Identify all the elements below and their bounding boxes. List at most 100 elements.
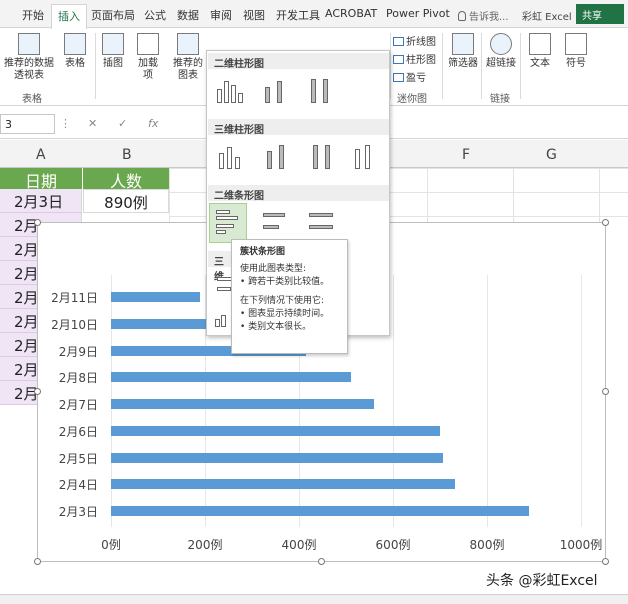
insert-function-icon[interactable]: fx (148, 117, 158, 130)
stacked-column-icon[interactable] (257, 73, 293, 109)
ribbon-separator (95, 33, 96, 99)
y-category-label: 2月11日 (51, 291, 98, 305)
group-label-sparklines: 迷你图 (397, 94, 427, 105)
table-icon (64, 33, 86, 55)
3d-stacked-column-icon[interactable] (257, 139, 293, 175)
cell-count[interactable]: 890例 (83, 189, 169, 213)
resize-handle[interactable] (602, 558, 609, 565)
column-header-f[interactable]: F (462, 147, 470, 163)
section-2d-column: 二维柱形图 (208, 53, 389, 70)
ribbon-tab-bar: 开始 插入 页面布局 公式 数据 审阅 视图 开发工具 ACROBAT Powe… (0, 0, 628, 29)
bar[interactable] (111, 452, 444, 463)
user-name[interactable]: 彩虹 Excel (522, 8, 572, 23)
section-3d-bar: 三维 (208, 251, 232, 283)
column-header-a[interactable]: A (36, 147, 46, 163)
table-button[interactable]: 表格 (60, 33, 90, 70)
column-header-b[interactable]: B (122, 147, 132, 163)
stacked-100-column-icon[interactable] (303, 73, 339, 109)
ribbon-separator (442, 33, 443, 99)
clustered-bar-icon[interactable] (209, 203, 247, 243)
header-cell-date[interactable]: 日期 (0, 168, 82, 191)
header-cell-count[interactable]: 人数 (83, 168, 169, 191)
omega-icon (565, 33, 587, 55)
sparkline-line-button[interactable]: 折线图 (393, 33, 436, 48)
tooltip-line: • 跨若干类别比较值。 (240, 277, 330, 287)
illustrations-button[interactable]: 插图 (99, 33, 127, 70)
tab-power-pivot[interactable]: Power Pivot (386, 7, 450, 20)
line-sparkline-icon (393, 37, 404, 46)
sparkline-winloss-button[interactable]: 盈亏 (393, 69, 426, 84)
resize-handle[interactable] (602, 219, 609, 226)
bar[interactable] (111, 506, 530, 516)
y-category-label: 2月10日 (51, 317, 98, 332)
ribbon-separator (481, 33, 482, 99)
y-category-label: 2月3日 (58, 505, 98, 519)
section-3d-column: 三维柱形图 (208, 119, 389, 136)
recommended-charts-button[interactable]: 推荐的图表 (172, 33, 204, 82)
bar[interactable] (111, 399, 374, 409)
tab-formulas[interactable]: 公式 (144, 7, 166, 23)
tell-me-search[interactable]: 告诉我... (458, 8, 509, 23)
stacked-bar-icon[interactable] (257, 205, 293, 241)
3d-stacked-100-column-icon[interactable] (303, 139, 339, 175)
tab-review[interactable]: 审阅 (210, 7, 232, 23)
x-tick-label: 1000例 (559, 538, 603, 552)
symbol-button[interactable]: 符号 (562, 33, 590, 70)
resize-handle[interactable] (602, 388, 609, 395)
column-header-g[interactable]: G (546, 147, 557, 163)
group-label-tables: 表格 (22, 94, 42, 105)
tooltip-line: 使用此图表类型: (240, 264, 307, 274)
share-button[interactable]: 共享 (576, 4, 624, 24)
text-button[interactable]: 文本 (526, 33, 554, 70)
bar[interactable] (111, 479, 455, 490)
recommended-charts-icon (177, 33, 199, 55)
column-sparkline-icon (393, 55, 404, 64)
bar[interactable] (111, 425, 440, 436)
tooltip-line: 在下列情况下使用它: (240, 296, 325, 306)
enter-icon[interactable]: ✓ (118, 117, 127, 130)
tab-acrobat[interactable]: ACROBAT (325, 7, 377, 20)
stacked-100-bar-icon[interactable] (303, 205, 339, 241)
slicer-button[interactable]: 筛选器 (447, 33, 479, 70)
filter-icon (452, 33, 474, 55)
resize-handle[interactable] (34, 388, 41, 395)
tooltip-line: • 图表显示持续时间。 (240, 309, 330, 319)
tab-page-layout[interactable]: 页面布局 (91, 7, 135, 23)
3d-clustered-column-icon[interactable] (211, 139, 247, 175)
tab-developer[interactable]: 开发工具 (276, 7, 320, 23)
tooltip-title: 簇状条形图 (240, 247, 286, 257)
clustered-column-icon[interactable] (211, 73, 247, 109)
y-category-label: 2月7日 (58, 398, 98, 412)
sparkline-column-button[interactable]: 柱形图 (393, 51, 436, 66)
tab-data[interactable]: 数据 (177, 7, 199, 23)
x-tick-label: 400例 (281, 538, 317, 552)
addins-icon (137, 33, 159, 55)
tab-insert[interactable]: 插入 (51, 4, 87, 29)
3d-column-icon[interactable] (347, 139, 383, 175)
addins-button[interactable]: 加载项 (134, 33, 162, 82)
x-tick-label: 800例 (469, 538, 505, 552)
bar[interactable] (111, 372, 352, 383)
formula-bar-grip: ⋮ (60, 117, 71, 130)
cell-date[interactable]: 2月3日 (0, 189, 82, 213)
recommended-pivot-button[interactable]: 推荐的数据透视表 (4, 33, 54, 82)
ribbon-separator (520, 33, 521, 99)
resize-handle[interactable] (318, 558, 325, 565)
hyperlink-button[interactable]: 超链接 (485, 33, 517, 70)
y-category-label: 2月8日 (58, 371, 98, 386)
tab-view[interactable]: 视图 (243, 7, 265, 23)
ribbon-separator (390, 33, 391, 99)
resize-handle[interactable] (34, 558, 41, 565)
x-tick-label: 0例 (101, 538, 121, 552)
text-a-icon (529, 33, 551, 55)
resize-handle[interactable] (34, 219, 41, 226)
cancel-icon[interactable]: ✕ (88, 117, 97, 130)
gridline (581, 275, 582, 527)
tab-home[interactable]: 开始 (22, 7, 44, 23)
pivot-table-icon (18, 33, 40, 55)
bar[interactable] (111, 292, 201, 302)
chart-type-tooltip: 簇状条形图 使用此图表类型: • 跨若干类别比较值。 在下列情况下使用它: • … (231, 239, 348, 354)
y-category-label: 2月9日 (58, 344, 98, 359)
name-box[interactable]: 3 (0, 114, 55, 134)
y-category-label: 2月6日 (58, 424, 98, 439)
